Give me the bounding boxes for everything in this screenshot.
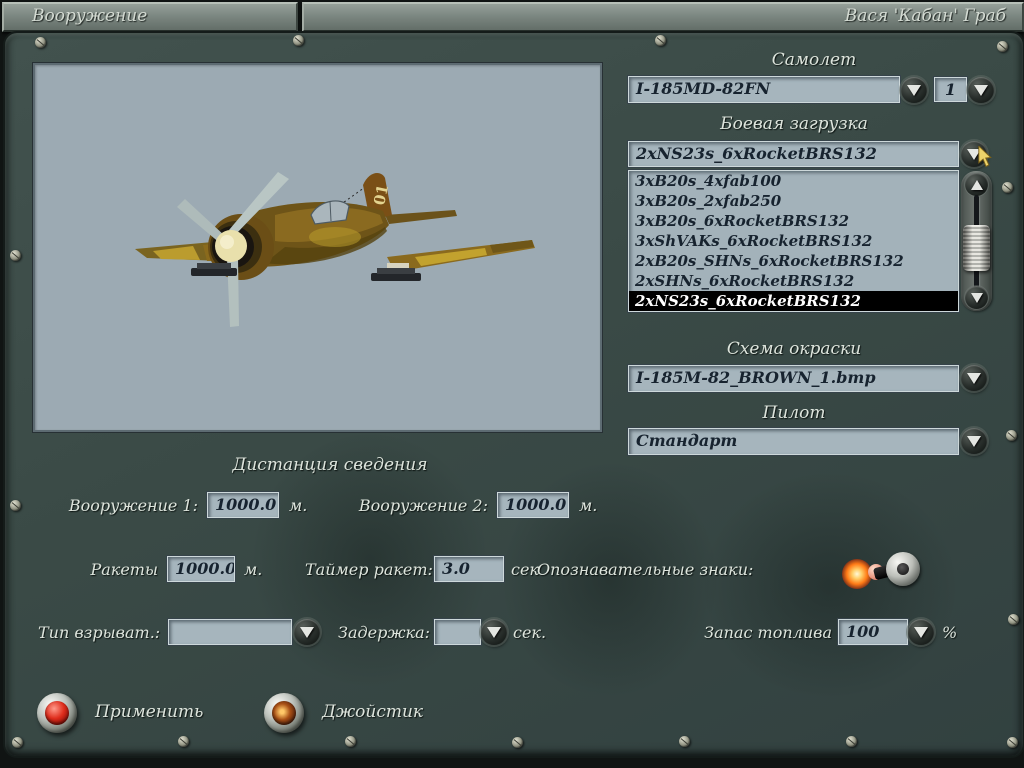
screw-icon	[10, 500, 21, 511]
paint-select[interactable]: I-185M-82_BROWN_1.bmp	[628, 365, 959, 392]
arrow-down-icon	[967, 435, 981, 447]
pilot-section-label: Пилот	[762, 403, 826, 423]
apply-button[interactable]	[37, 693, 77, 733]
screw-icon	[293, 35, 304, 46]
weapon2-label: Вооружение 2:	[358, 496, 488, 515]
screw-icon	[178, 736, 189, 747]
mouse-cursor-icon	[977, 144, 995, 170]
amber-button-icon	[272, 701, 296, 725]
fuel-unit: %	[942, 623, 958, 642]
arrow-down-icon	[970, 292, 983, 303]
arrow-down-icon	[974, 84, 988, 96]
rocket-timer-input[interactable]: 3.0	[434, 556, 504, 582]
loadout-option-selected[interactable]: 2xNS23s_6xRocketBRS132	[629, 291, 958, 311]
markings-toggle[interactable]	[841, 551, 921, 591]
loadout-section-label: Боевая загрузка	[720, 114, 868, 134]
screw-icon	[12, 737, 23, 748]
fuel-dropdown-button[interactable]	[908, 619, 934, 645]
fuse-type-select[interactable]	[168, 619, 292, 645]
aircraft-dropdown-button[interactable]	[901, 77, 927, 103]
screen-title-bar: Вооружение	[2, 2, 298, 32]
arrow-down-icon	[967, 372, 981, 384]
screw-icon	[35, 37, 46, 48]
screw-icon	[512, 737, 523, 748]
rocket-timer-unit: сек	[511, 560, 539, 579]
aircraft-select[interactable]: I-185MD-82FN	[628, 76, 900, 103]
fuse-type-dropdown-button[interactable]	[294, 619, 320, 645]
arrow-down-icon	[907, 84, 921, 96]
loadout-option[interactable]: 3xB20s_4xfab100	[629, 171, 958, 191]
arrow-down-icon	[300, 626, 314, 638]
rockets-input[interactable]: 1000.0	[167, 556, 235, 582]
paint-section-label: Схема окраски	[726, 339, 862, 359]
arrow-down-icon	[914, 626, 928, 638]
aircraft-preview: 01	[33, 63, 602, 432]
rockets-label: Ракеты	[90, 560, 158, 579]
arrow-down-icon	[487, 626, 501, 638]
weapon2-input[interactable]: 1000.0	[497, 492, 569, 518]
loadout-select[interactable]: 2xNS23s_6xRocketBRS132	[628, 141, 959, 167]
loadout-option[interactable]: 2xSHNs_6xRocketBRS132	[629, 271, 958, 291]
weapon1-unit: м.	[289, 496, 308, 515]
aircraft-section-label: Самолет	[771, 50, 857, 70]
joystick-button[interactable]	[264, 693, 304, 733]
screw-icon	[1008, 614, 1019, 625]
screw-icon	[345, 736, 356, 747]
pilot-dropdown-button[interactable]	[961, 428, 987, 454]
armament-screen: Вооружение Вася 'Кабан' Граб 01 Самолет …	[0, 0, 1024, 768]
screw-icon	[1007, 737, 1018, 748]
scroll-down-button[interactable]	[965, 286, 988, 309]
screw-icon	[679, 736, 690, 747]
screw-icon	[846, 736, 857, 747]
loadout-option[interactable]: 2xB20s_SHNs_6xRocketBRS132	[629, 251, 958, 271]
fuel-label: Запас топлива	[704, 623, 832, 642]
weapon1-input[interactable]: 1000.0	[207, 492, 279, 518]
delay-dropdown-button[interactable]	[481, 619, 507, 645]
toggle-base-icon	[886, 552, 920, 586]
screw-icon	[1006, 430, 1017, 441]
fuse-type-label: Тип взрыват.:	[38, 623, 161, 642]
rockets-unit: м.	[244, 560, 263, 579]
screw-icon	[1002, 182, 1013, 193]
weapon1-label: Вооружение 1:	[68, 496, 198, 515]
loadout-option[interactable]: 3xB20s_6xRocketBRS132	[629, 211, 958, 231]
background-shadow	[700, 470, 960, 700]
loadout-option[interactable]: 3xShVAKs_6xRocketBRS132	[629, 231, 958, 251]
apply-label: Применить	[95, 702, 204, 722]
aircraft-render: 01	[135, 172, 535, 327]
joystick-label: Джойстик	[322, 702, 424, 722]
pilot-name: Вася 'Кабан' Граб	[844, 6, 1006, 26]
aircraft-count-dropdown-button[interactable]	[968, 77, 994, 103]
loadout-option[interactable]: 3xB20s_2xfab250	[629, 191, 958, 211]
delay-label: Задержка:	[338, 623, 431, 642]
loadout-scrollbar[interactable]	[961, 171, 992, 311]
paint-dropdown-button[interactable]	[961, 365, 987, 391]
pilot-select[interactable]: Стандарт	[628, 428, 959, 455]
weapon2-unit: м.	[579, 496, 598, 515]
loadout-list: 3xB20s_4xfab100 3xB20s_2xfab250 3xB20s_6…	[628, 170, 959, 312]
rocket-timer-label: Таймер ракет:	[305, 560, 433, 579]
screw-icon	[10, 250, 21, 261]
arrow-up-icon	[970, 179, 983, 190]
fuel-input[interactable]: 100	[838, 619, 908, 645]
screw-icon	[655, 35, 666, 46]
page-title: Вооружение	[32, 6, 148, 26]
convergence-title: Дистанция сведения	[232, 455, 428, 475]
markings-label: Опознавательные знаки:	[537, 560, 754, 579]
pilot-name-bar: Вася 'Кабан' Граб	[302, 2, 1024, 32]
delay-select[interactable]	[434, 619, 481, 645]
scroll-up-button[interactable]	[965, 173, 988, 196]
aircraft-count-field[interactable]: 1	[934, 77, 967, 102]
delay-unit: сек.	[513, 623, 547, 642]
red-button-icon	[45, 701, 69, 725]
scrollbar-thumb[interactable]	[963, 225, 990, 271]
